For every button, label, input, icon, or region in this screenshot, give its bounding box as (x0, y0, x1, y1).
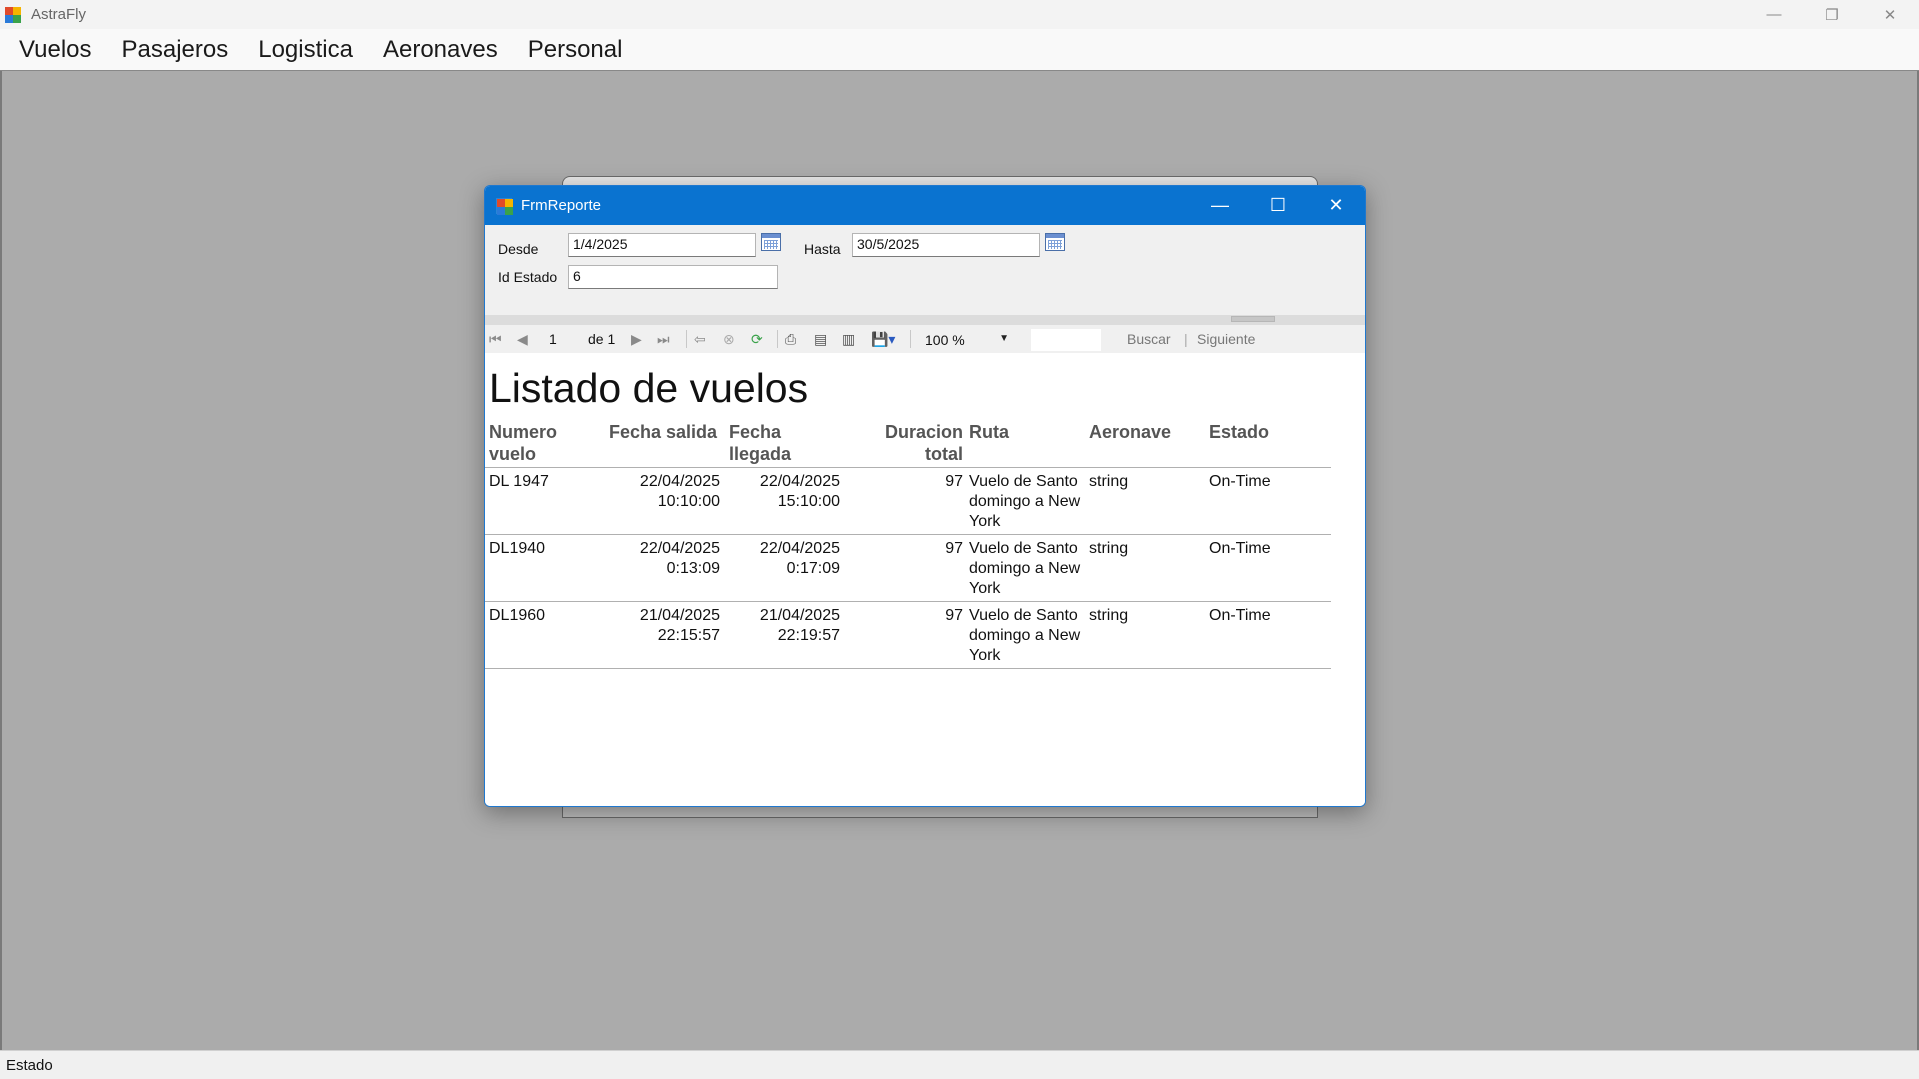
chevron-down-icon: ▼ (999, 333, 1009, 344)
report-viewer[interactable]: Listado de vuelos Numero vuelo Fecha sali… (485, 353, 1365, 806)
print-icon[interactable]: ⎙ (785, 329, 796, 349)
toolbar-separator (777, 330, 778, 348)
toolbar-separator (910, 330, 911, 348)
back-icon[interactable]: ⇦ (694, 329, 706, 349)
background-window-edge (562, 806, 1318, 818)
zoom-select[interactable]: 100 % ▼ (915, 329, 1015, 351)
column-header-aeronave: Aeronave (1089, 422, 1172, 442)
filter-panel: Desde 1/4/2025 Hasta 30/5/2025 Id Estado… (485, 225, 1365, 315)
form-icon (496, 197, 513, 215)
menu-bar: Vuelos Pasajeros Logistica Aeronaves Per… (0, 29, 1919, 71)
desde-calendar-icon[interactable] (761, 233, 781, 251)
menu-item-vuelos[interactable]: Vuelos (4, 36, 107, 64)
app-title: AstraFly (31, 6, 87, 23)
cell-aeronave: string (1089, 607, 1129, 624)
menu-item-logistica[interactable]: Logistica (243, 36, 368, 64)
form-title: FrmReporte (521, 197, 602, 214)
row-divider (485, 601, 1331, 602)
find-next-button[interactable]: Siguiente (1197, 331, 1255, 347)
menu-item-aeronaves[interactable]: Aeronaves (368, 36, 513, 64)
close-button[interactable]: ✕ (1861, 0, 1919, 29)
column-header-numero: Numero vuelo (489, 422, 558, 464)
refresh-icon[interactable]: ⟳ (751, 329, 763, 349)
desde-date-field[interactable]: 1/4/2025 (568, 233, 756, 257)
first-page-icon[interactable]: ⏮ (489, 329, 502, 349)
column-header-duracion: Duracion total (884, 422, 963, 464)
panel-splitter[interactable] (485, 315, 1365, 325)
menu-item-personal[interactable]: Personal (513, 36, 638, 64)
form-titlebar[interactable]: FrmReporte — ☐ ✕ (485, 186, 1365, 225)
report-form-window: FrmReporte — ☐ ✕ Desde 1/4/2025 Hasta 30… (484, 185, 1366, 807)
app-logo-icon (5, 6, 21, 23)
status-text: Estado (6, 1056, 53, 1074)
cell-fecha-llegada: 22/04/2025 0:17:09 (759, 540, 840, 577)
cell-numero: DL1960 (489, 607, 546, 624)
column-header-ruta: Ruta (969, 422, 1009, 442)
zoom-value: 100 % (925, 332, 965, 348)
restore-button[interactable]: ❐ (1803, 0, 1861, 29)
id-estado-label: Id Estado (498, 269, 558, 285)
cell-fecha-llegada: 22/04/2025 15:10:00 (759, 473, 840, 510)
hasta-calendar-icon[interactable] (1045, 233, 1065, 251)
page-setup-icon[interactable]: ▥ (842, 329, 855, 349)
stop-icon[interactable]: ⊗ (723, 329, 735, 349)
status-bar: Estado (0, 1050, 1919, 1079)
column-header-fecha-salida: Fecha salida (609, 422, 718, 442)
cell-fecha-salida: 22/04/2025 10:10:00 (639, 473, 720, 510)
last-page-icon[interactable]: ⏭ (657, 329, 670, 349)
row-divider (485, 668, 1331, 669)
column-header-fecha-llegada: Fecha llegada (729, 422, 792, 464)
desde-label: Desde (498, 241, 539, 257)
cell-duracion: 97 (945, 473, 963, 490)
column-header-estado: Estado (1209, 422, 1270, 442)
cell-aeronave: string (1089, 473, 1129, 490)
find-button[interactable]: Buscar (1127, 331, 1171, 347)
report-title: Listado de vuelos (489, 365, 809, 411)
menu-item-pasajeros[interactable]: Pasajeros (107, 36, 244, 64)
hasta-date-field[interactable]: 30/5/2025 (852, 233, 1040, 257)
find-input[interactable] (1031, 329, 1101, 351)
id-estado-field[interactable]: 6 (568, 265, 778, 289)
cell-fecha-salida: 21/04/2025 22:15:57 (639, 607, 720, 644)
cell-numero: DL 1947 (489, 473, 549, 490)
form-maximize-button[interactable]: ☐ (1249, 186, 1307, 225)
form-close-button[interactable]: ✕ (1307, 186, 1365, 225)
cell-estado: On-Time (1209, 473, 1271, 490)
app-titlebar: AstraFly — ❐ ✕ (0, 0, 1919, 29)
current-page-field[interactable]: 1 (549, 331, 557, 347)
cell-ruta: Vuelo de Santo domingo a New York (969, 607, 1081, 664)
row-divider (485, 534, 1331, 535)
print-layout-icon[interactable]: ▤ (814, 329, 827, 349)
cell-duracion: 97 (945, 540, 963, 557)
toolbar-text-separator: | (1184, 331, 1188, 347)
hasta-label: Hasta (804, 241, 841, 257)
cell-ruta: Vuelo de Santo domingo a New York (969, 540, 1081, 597)
report-toolbar: ⏮ ◀ 1 de 1 ▶ ⏭ ⇦ ⊗ ⟳ ⎙ ▤ ▥ 💾▾ 100 % ▼ Bu… (485, 325, 1365, 353)
page-count-label: de 1 (588, 331, 616, 347)
cell-estado: On-Time (1209, 607, 1271, 624)
header-divider (485, 467, 1331, 468)
export-icon[interactable]: 💾▾ (871, 329, 895, 349)
cell-estado: On-Time (1209, 540, 1271, 557)
minimize-button[interactable]: — (1745, 0, 1803, 29)
cell-aeronave: string (1089, 540, 1129, 557)
next-page-icon[interactable]: ▶ (631, 329, 642, 349)
previous-page-icon[interactable]: ◀ (517, 329, 528, 349)
cell-ruta: Vuelo de Santo domingo a New York (969, 473, 1081, 530)
form-minimize-button[interactable]: — (1191, 186, 1249, 225)
splitter-grip[interactable] (1231, 316, 1275, 322)
cell-fecha-llegada: 21/04/2025 22:19:57 (759, 607, 840, 644)
cell-fecha-salida: 22/04/2025 0:13:09 (639, 540, 720, 577)
cell-numero: DL1940 (489, 540, 546, 557)
cell-duracion: 97 (945, 607, 963, 624)
toolbar-separator (686, 330, 687, 348)
